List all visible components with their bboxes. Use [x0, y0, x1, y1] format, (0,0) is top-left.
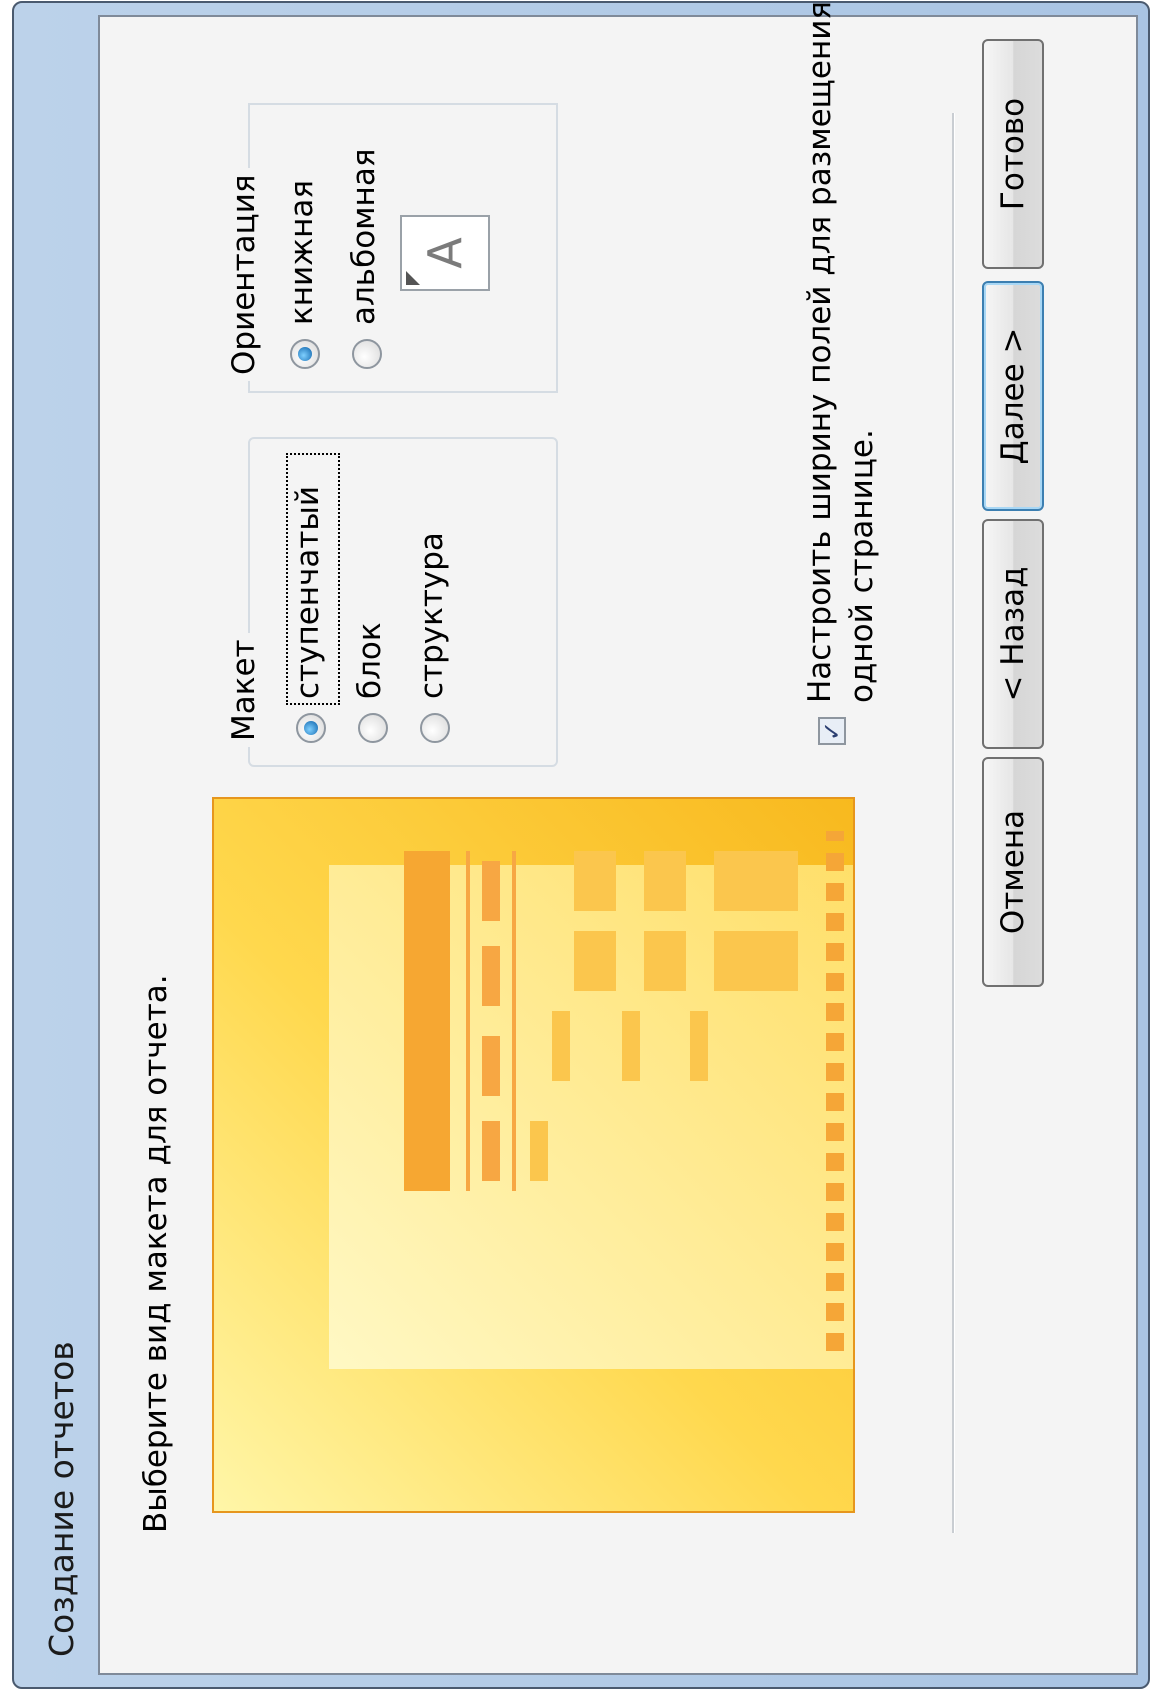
report-wizard-dialog: Создание отчетов Выберите вид макета для…: [0, 0, 1157, 1699]
preview-detail-cell: [714, 931, 798, 991]
cancel-button[interactable]: Отмена: [982, 757, 1044, 987]
preview-level1-cell: [530, 1121, 548, 1181]
preview-title-bar: [404, 851, 450, 1191]
layout-block-radio[interactable]: [358, 713, 388, 743]
fit-fields-label-line2[interactable]: одной странице.: [844, 429, 880, 703]
page-orientation-icon: A: [400, 215, 490, 291]
window-title: Создание отчетов: [42, 1341, 81, 1657]
layout-prompt-label: Выберите вид макета для отчета.: [138, 974, 174, 1533]
preview-header-cell: [482, 1121, 500, 1181]
preview-level2-cell: [622, 1011, 640, 1081]
orientation-portrait-radio[interactable]: [290, 339, 320, 369]
layout-group-title: Макет: [226, 633, 262, 747]
preview-header-line: [512, 851, 516, 1191]
button-separator: [952, 113, 955, 1533]
fit-fields-label-line1[interactable]: Настроить ширину полей для размещения на: [802, 0, 838, 703]
orientation-landscape-radio[interactable]: [352, 339, 382, 369]
preview-header-cell: [482, 861, 500, 921]
layout-outline-label[interactable]: структура: [414, 532, 450, 699]
layout-preview-image: [212, 797, 855, 1513]
preview-detail-cell: [714, 851, 798, 911]
fit-fields-checkbox[interactable]: ✓: [818, 717, 846, 745]
back-button[interactable]: < Назад: [982, 519, 1044, 749]
window-frame: Создание отчетов Выберите вид макета для…: [12, 0, 1150, 1689]
layout-outline-radio[interactable]: [420, 713, 450, 743]
dialog-client-area: Выберите вид макета для отчета. Макет ст…: [98, 0, 1138, 1675]
finish-button[interactable]: Готово: [982, 39, 1044, 269]
preview-level2-cell: [552, 1011, 570, 1081]
layout-block-label[interactable]: блок: [352, 622, 388, 699]
preview-detail-cell: [644, 931, 686, 991]
layout-stepped-label[interactable]: ступенчатый: [290, 486, 326, 699]
orientation-group-title: Ориентация: [226, 168, 262, 381]
preview-footer-dashes: [826, 831, 844, 1351]
layout-stepped-radio[interactable]: [296, 713, 326, 743]
next-button[interactable]: Далее >: [982, 281, 1044, 511]
orientation-portrait-label[interactable]: книжная: [284, 180, 320, 325]
preview-level2-cell: [690, 1011, 708, 1081]
preview-header-line: [466, 851, 470, 1191]
preview-detail-cell: [574, 931, 616, 991]
preview-header-cell: [482, 946, 500, 1006]
preview-detail-cell: [574, 851, 616, 911]
preview-header-cell: [482, 1036, 500, 1096]
preview-detail-cell: [644, 851, 686, 911]
orientation-landscape-label[interactable]: альбомная: [346, 149, 382, 325]
